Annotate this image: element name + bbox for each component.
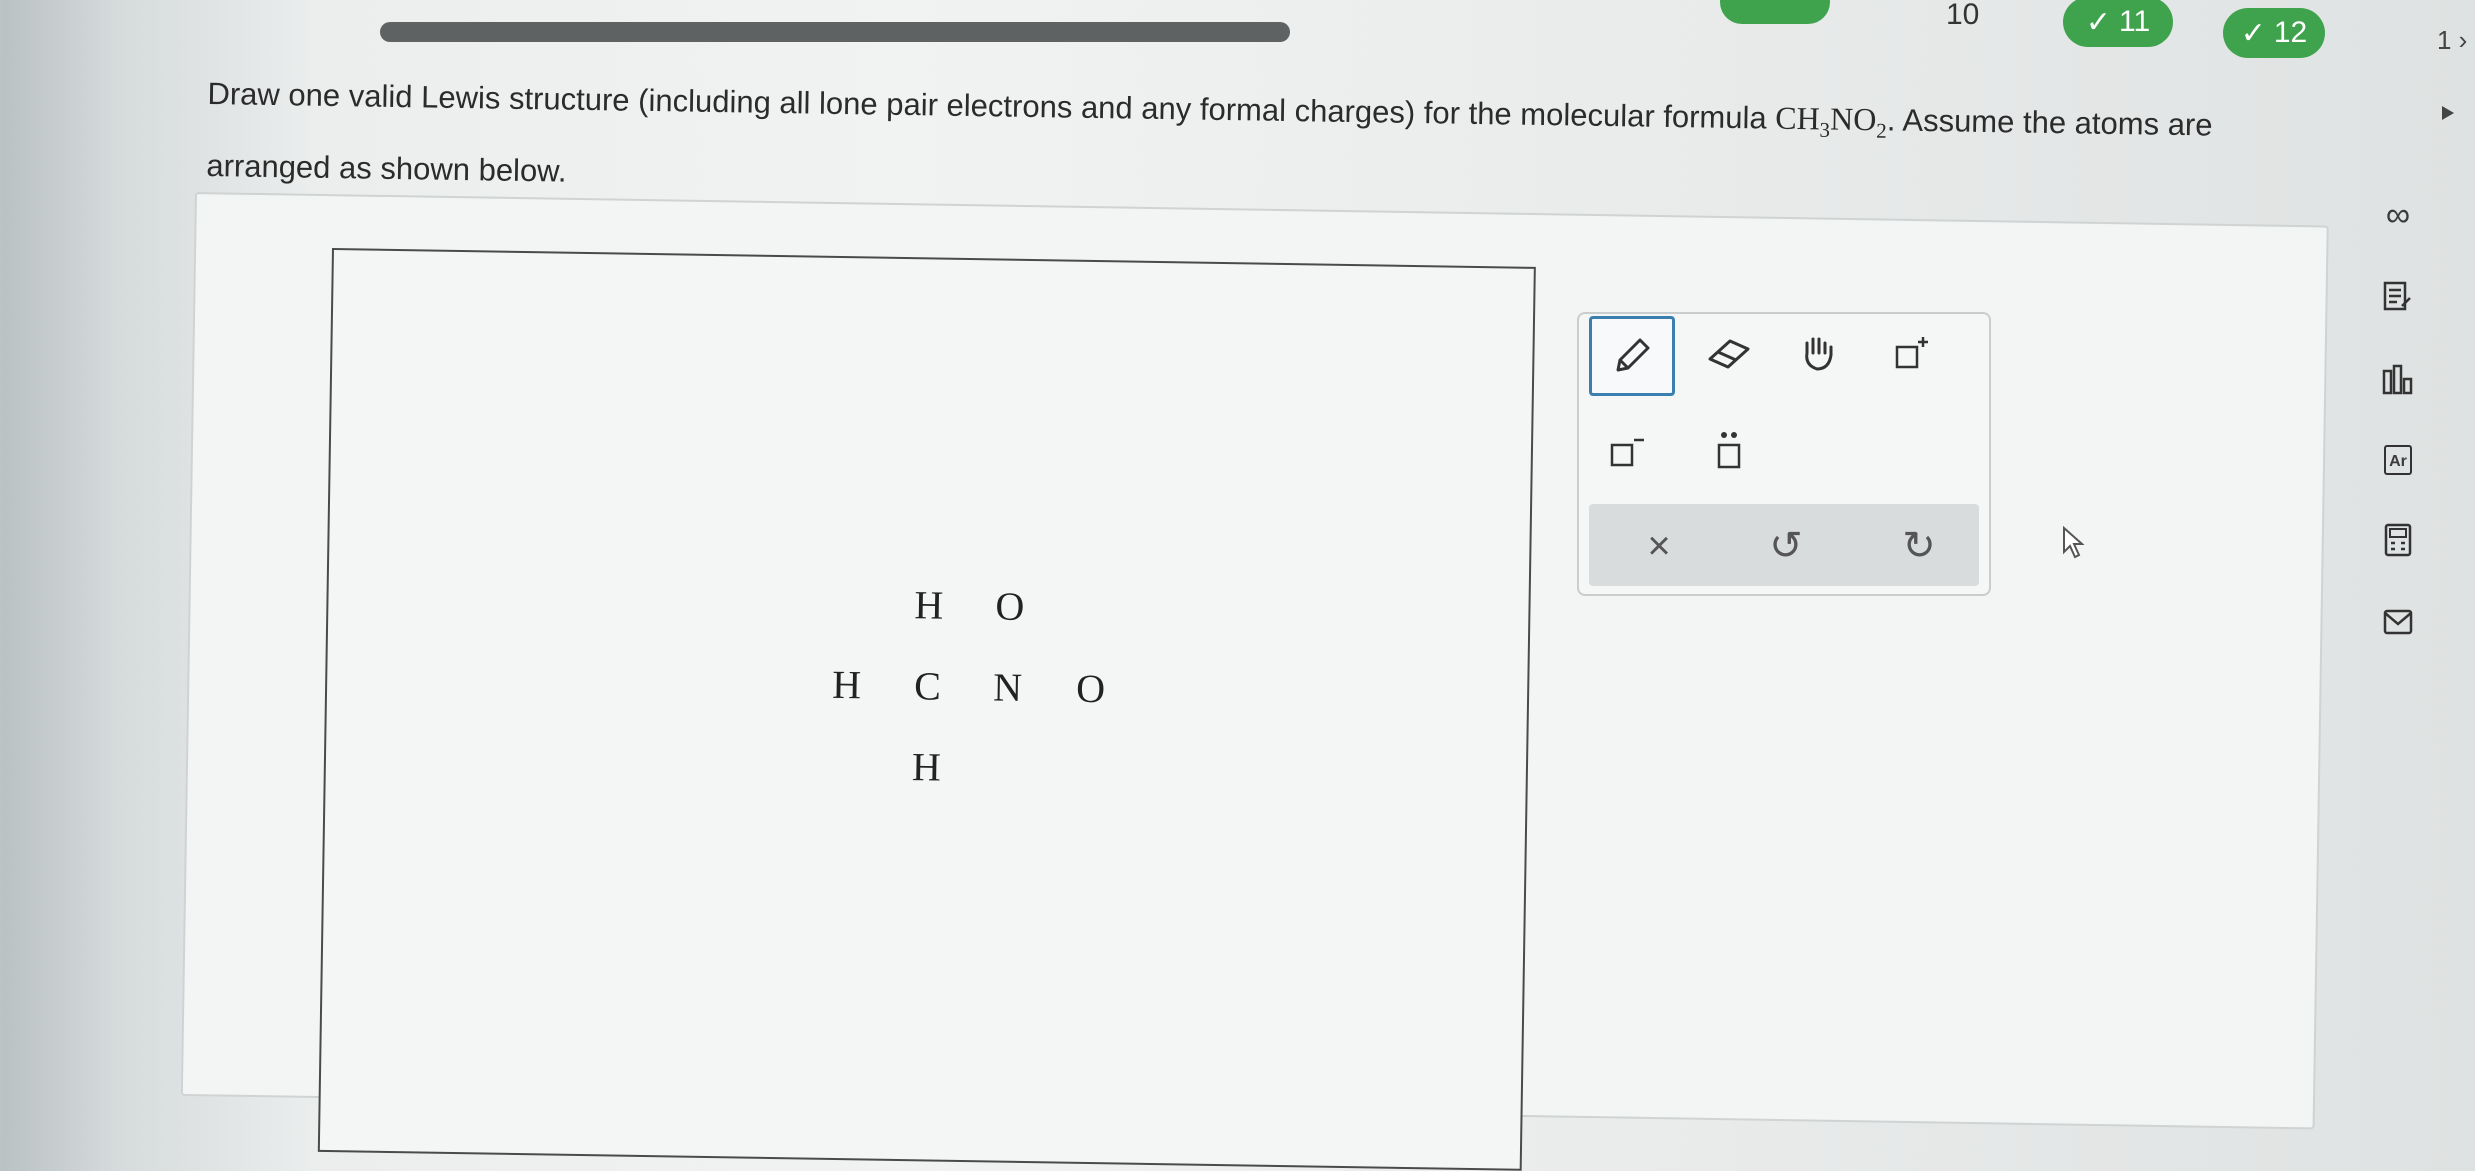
next-page-link[interactable]: 1 › [2437,25,2467,56]
assignment-progress-bar: 9 10 ✓ 11 ✓ 12 [0,0,2475,60]
formula-ch: CH [1774,99,1821,137]
expand-triangle-icon[interactable] [2440,104,2456,122]
periodic-table-label: Ar [2389,453,2407,470]
check-icon: ✓ [2085,5,2111,39]
periodic-table-button[interactable]: Ar [2378,440,2418,480]
redo-button[interactable]: ↻ [1889,516,1949,576]
drawing-toolbar: × ↺ ↻ [1577,312,1991,596]
progress-track [380,22,1290,42]
formula-no: NO [1829,100,1877,138]
infinity-button[interactable]: ∞ [2378,195,2418,235]
mail-button[interactable] [2378,602,2418,642]
step-11-label: 11 [2118,5,2151,38]
eraser-tool[interactable] [1689,316,1769,390]
step-12-label: 12 [2273,16,2308,49]
atom-o-top[interactable]: O [995,582,1025,629]
atom-h-top[interactable]: H [914,581,944,628]
hand-tool[interactable] [1779,316,1859,390]
step-10-label: 10 [1946,0,1980,31]
calculator-icon [2384,523,2412,557]
mail-icon [2383,609,2413,635]
atom-c[interactable]: C [914,662,941,709]
pencil-icon [1616,338,1650,372]
eraser-icon [1708,339,1750,369]
undo-icon: ↺ [1769,524,1803,568]
clear-button[interactable]: × [1629,516,1689,576]
pencil-tool[interactable] [1589,316,1675,396]
negative-charge-icon [1610,438,1644,467]
atom-h-bottom[interactable]: H [912,743,942,790]
notes-button[interactable] [2378,277,2418,317]
mouse-pointer-icon [2063,526,2085,559]
lone-pair-tool[interactable] [1689,414,1769,488]
redo-icon: ↻ [1902,524,1936,568]
step-10-button[interactable]: 10 [1946,0,1979,32]
check-icon: ✓ [2240,16,2266,50]
formula-subscript-3: 3 [1819,117,1831,142]
notes-icon [2383,281,2411,311]
negative-charge-tool[interactable] [1589,414,1669,488]
step-11-button[interactable]: ✓ 11 [2063,0,2173,47]
hand-icon [1805,337,1833,371]
actions-bar: × ↺ ↻ [1589,504,1979,586]
step-12-button[interactable]: ✓ 12 [2223,8,2325,58]
positive-charge-icon [1895,337,1928,369]
close-icon: × [1647,523,1671,568]
step-9-button[interactable]: 9 [1720,0,1830,24]
undo-button[interactable]: ↺ [1756,516,1816,576]
periodic-table-icon: Ar [2384,445,2412,475]
molecular-formula: CH3NO2 [1774,99,1887,143]
question-prefix: Draw one valid Lewis structure (includin… [207,75,1776,136]
atom-h-left[interactable]: H [832,661,862,708]
lone-pair-icon [1717,432,1741,469]
drawing-canvas[interactable]: H O H C N O H [317,248,1536,1171]
atom-o-right[interactable]: O [1076,665,1106,712]
positive-charge-tool[interactable] [1874,316,1954,390]
chart-button[interactable] [2378,360,2418,400]
calculator-button[interactable] [2378,520,2418,560]
atom-n[interactable]: N [993,663,1023,710]
infinity-icon: ∞ [2385,195,2411,234]
chart-icon [2382,364,2413,395]
step-9-label: 9 [1770,0,1784,5]
formula-subscript-2: 2 [1876,118,1887,143]
